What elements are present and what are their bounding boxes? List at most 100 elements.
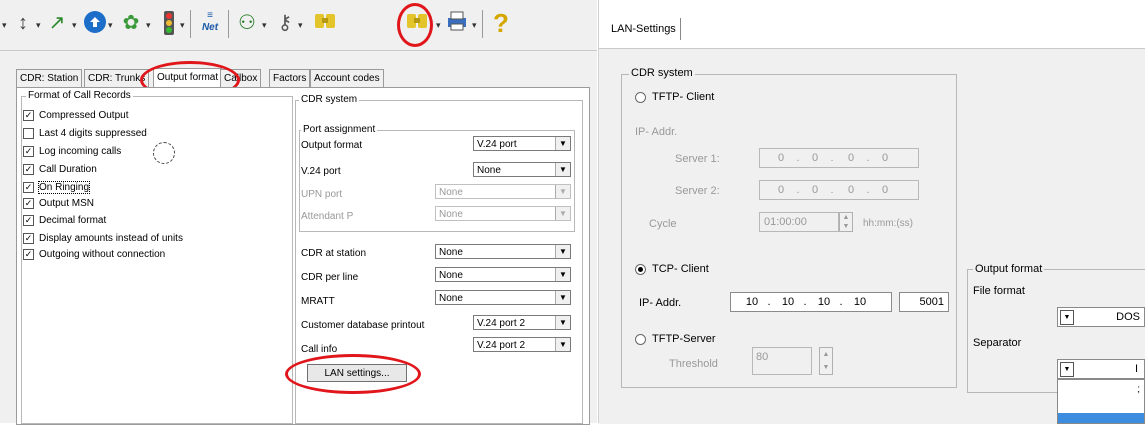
traffic-light-icon[interactable] (156, 10, 182, 36)
chevron-down-icon[interactable]: ▾ (472, 20, 480, 31)
checkbox-log-incoming[interactable]: ✓ Log incoming calls (23, 146, 121, 160)
radio-circle[interactable] (635, 263, 646, 275)
ip-dot: . (803, 296, 807, 308)
checkbox-box[interactable] (23, 128, 34, 139)
chevron-down-icon[interactable]: ▼ (555, 245, 570, 258)
checkbox-label: Display amounts instead of units (39, 233, 183, 245)
tab-cdr-station[interactable]: CDR: Station (16, 69, 83, 87)
output-format-select[interactable]: V.24 port ▼ (473, 136, 571, 151)
select-value: I (1134, 363, 1138, 375)
chevron-down-icon[interactable]: ▼ (555, 338, 570, 351)
ip-octet[interactable]: 10 (777, 293, 799, 311)
cycle-value: 01:00:00 (764, 216, 807, 228)
customer-db-label: Customer database printout (301, 320, 425, 331)
right-window: LAN-Settings CDR system TFTP- Client IP-… (598, 0, 1145, 424)
mratt-select[interactable]: None ▼ (435, 290, 571, 305)
call-info-select[interactable]: V.24 port 2 ▼ (473, 337, 571, 352)
transfer-icon[interactable]: ↗ (44, 10, 70, 36)
checkbox-label: On Ringing (37, 181, 91, 195)
attendant-label: Attendant P (301, 211, 354, 222)
checkbox-decimal-format[interactable]: ✓ Decimal format (23, 215, 106, 229)
radio-tftp-client[interactable]: TFTP- Client (635, 91, 714, 103)
ip-dot: . (796, 152, 800, 164)
checkbox-label: Log incoming calls (39, 146, 122, 158)
ip-dot: . (866, 152, 870, 164)
checkbox-last-4-digits[interactable]: Last 4 digits suppressed (23, 128, 147, 142)
cdr-icon[interactable] (312, 10, 338, 36)
tab-bar: LAN-Settings (599, 0, 1145, 50)
checkbox-box[interactable]: ✓ (23, 198, 34, 209)
chevron-down-icon[interactable]: ▼ (555, 268, 570, 281)
ip-octet[interactable]: 10 (741, 293, 763, 311)
cdr-line-select[interactable]: None ▼ (435, 267, 571, 282)
v24-port-select[interactable]: None ▼ (473, 162, 571, 177)
chevron-down-icon[interactable]: ▼ (555, 316, 570, 329)
file-format-label: File format (973, 285, 1025, 297)
cdr-icon[interactable] (404, 10, 430, 36)
checkbox-outgoing-without-connection[interactable]: ✓ Outgoing without connection (23, 249, 165, 263)
chevron-down-icon[interactable]: ▾ (180, 20, 188, 31)
radio-tftp-server[interactable]: TFTP-Server (635, 333, 716, 345)
help-icon[interactable]: ? (488, 10, 514, 36)
checkbox-box[interactable]: ✓ (23, 233, 34, 244)
toolbar-separator (228, 10, 229, 38)
chevron-down-icon[interactable]: ▾ (108, 20, 116, 31)
dropdown-option[interactable]: ; (1137, 384, 1140, 395)
select-value: None (439, 187, 463, 198)
wand-icon[interactable]: ↕ (10, 10, 36, 36)
chevron-down-icon[interactable]: ▼ (555, 291, 570, 304)
tab-factors[interactable]: Factors (269, 69, 311, 87)
select-value: None (439, 293, 463, 304)
port-assignment-legend: Port assignment (301, 124, 378, 135)
puzzle-icon[interactable]: ✿ (118, 10, 144, 36)
chevron-down-icon[interactable]: ▾ (298, 20, 306, 31)
ip-octet: 0 (847, 184, 855, 196)
chevron-down-icon[interactable]: ▾ (72, 20, 80, 31)
tcp-port-input[interactable]: 5001 (899, 292, 949, 312)
checkbox-box[interactable]: ✓ (23, 215, 34, 226)
ip-octet[interactable]: 10 (849, 293, 871, 311)
upn-port-label: UPN port (301, 189, 343, 200)
ip-octet: 0 (811, 152, 819, 164)
chevron-down-icon[interactable]: ▾ (146, 20, 154, 31)
checkbox-on-ringing[interactable]: ✓ On Ringing (23, 181, 91, 196)
tab-account-codes[interactable]: Account codes (310, 69, 384, 87)
chevron-down-icon[interactable]: ▼ (1060, 362, 1074, 377)
tab-lan-settings[interactable]: LAN-Settings (607, 18, 681, 40)
checkbox-output-msn[interactable]: ✓ Output MSN (23, 198, 94, 212)
radio-circle[interactable] (635, 91, 646, 103)
chevron-down-icon[interactable]: ▼ (555, 137, 570, 150)
checkbox-display-amounts[interactable]: ✓ Display amounts instead of units (23, 233, 183, 247)
tcp-ip-input[interactable]: 10. 10. 10. 10 (730, 292, 892, 312)
separator-label: Separator (973, 337, 1022, 349)
network-icon[interactable]: ⚇ (234, 10, 260, 36)
radio-circle[interactable] (635, 333, 646, 345)
checkbox-box[interactable]: ✓ (23, 164, 34, 175)
printer-icon[interactable] (444, 10, 470, 36)
server2-ip-input: 0. 0. 0. 0 (759, 180, 919, 200)
checkbox-box[interactable]: ✓ (23, 146, 34, 157)
globe-icon[interactable] (82, 10, 108, 36)
chevron-down-icon[interactable]: ▾ (436, 20, 444, 31)
net-icon[interactable]: ≡ Net (196, 10, 224, 36)
cdr-station-select[interactable]: None ▼ (435, 244, 571, 259)
keys-icon[interactable]: ⚷ (272, 10, 298, 36)
radio-tcp-client[interactable]: TCP- Client (635, 263, 709, 275)
ip-octet[interactable]: 10 (813, 293, 835, 311)
checkbox-compressed-output[interactable]: ✓ Compressed Output (23, 110, 129, 124)
chevron-down-icon[interactable]: ▾ (262, 20, 270, 31)
checkbox-call-duration[interactable]: ✓ Call Duration (23, 164, 97, 178)
file-format-select[interactable]: ▼ DOS (1057, 307, 1145, 327)
chevron-down-icon[interactable]: ▾ (2, 20, 10, 31)
chevron-down-icon[interactable]: ▼ (555, 163, 570, 176)
checkbox-box[interactable]: ✓ (23, 249, 34, 260)
dropdown-option-selected[interactable] (1058, 413, 1144, 423)
customer-db-select[interactable]: V.24 port 2 ▼ (473, 315, 571, 330)
chevron-down-icon[interactable]: ▾ (36, 20, 44, 31)
ip-dot: . (839, 296, 843, 308)
checkbox-box[interactable]: ✓ (23, 110, 34, 121)
checkbox-box[interactable]: ✓ (23, 182, 34, 193)
chevron-down-icon[interactable]: ▼ (1060, 310, 1074, 325)
radio-label: TFTP- Client (652, 91, 715, 103)
separator-select[interactable]: ▼ I (1057, 359, 1145, 379)
